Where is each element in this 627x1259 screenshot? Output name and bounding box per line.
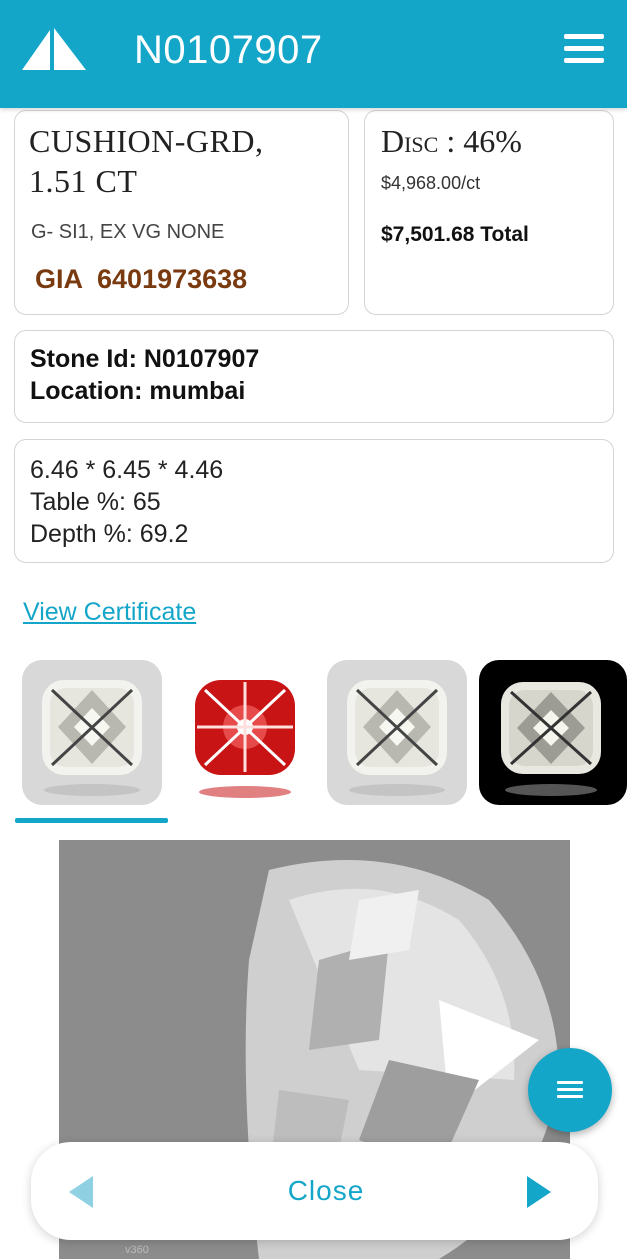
table-percent: Table %: 65 (30, 488, 161, 516)
stone-id: Stone Id: N0107907 (30, 345, 260, 373)
depth-percent: Depth %: 69.2 (30, 520, 189, 548)
shape-line: CUSHION-GRD, (29, 123, 264, 159)
stone-location: Location: mumbai (30, 377, 246, 405)
triangle-left-icon[interactable] (61, 1172, 101, 1212)
thumbnail-selected-indicator (15, 818, 168, 823)
thumbnail-heart-arrow-view[interactable] (175, 660, 315, 805)
certificate-info: GIA 6401973638 (35, 264, 247, 295)
measurements: 6.46 * 6.45 * 4.46 (30, 456, 224, 484)
floating-menu-button[interactable] (528, 1048, 612, 1132)
close-button[interactable]: Close (231, 1168, 421, 1214)
page-title: N0107907 (134, 28, 323, 72)
stone-info-card: Stone Id: N0107907 Location: mumbai (14, 330, 614, 423)
shape-title: CUSHION-GRD, 1.51 CT (29, 121, 339, 201)
watermark-text: v360 (125, 1244, 149, 1256)
grade-text: G- SI1, EX VG NONE (31, 221, 225, 243)
hamburger-menu-icon[interactable] (560, 34, 608, 70)
sail-logo-icon[interactable] (20, 26, 88, 72)
thumbnail-diamond-photo-1[interactable] (22, 660, 162, 805)
discount-text: Disc : 46% (381, 123, 522, 159)
total-price: $7,501.68 Total (381, 223, 529, 246)
lab-name: GIA (35, 264, 84, 294)
carat-line: 1.51 CT (29, 163, 138, 199)
triangle-right-icon[interactable] (519, 1172, 559, 1212)
bottom-navigation-bar: Close (31, 1142, 598, 1240)
certificate-number: 6401973638 (97, 264, 248, 294)
thumbnail-dark-background[interactable] (479, 660, 627, 805)
app-header: N0107907 (0, 0, 627, 108)
dimensions-card: 6.46 * 6.45 * 4.46 Table %: 65 Depth %: … (14, 439, 614, 563)
price-card: Disc : 46% $4,968.00/ct $7,501.68 Total (364, 110, 614, 315)
view-certificate-link[interactable]: View Certificate (23, 598, 196, 627)
shape-card: CUSHION-GRD, 1.51 CT G- SI1, EX VG NONE … (14, 110, 349, 315)
thumbnail-diamond-photo-2[interactable] (327, 660, 467, 805)
price-per-carat: $4,968.00/ct (381, 173, 481, 193)
